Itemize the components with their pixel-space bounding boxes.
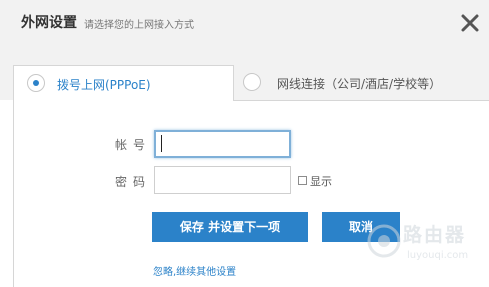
dialog-subtitle: 请选择您的上网接入方式 <box>84 20 194 31</box>
radio-pppoe[interactable] <box>27 74 45 92</box>
text-caret <box>161 135 162 152</box>
tab-pppoe-label: 拨号上网(PPPoE) <box>57 78 151 92</box>
tab-pppoe[interactable]: 拨号上网(PPPoE) <box>13 65 234 101</box>
password-label: 密码 <box>115 175 152 189</box>
tab-wired[interactable]: 网线连接（公司/酒店/学校等） <box>234 65 489 101</box>
dialog-header: 外网设置 请选择您的上网接入方式 <box>0 0 489 49</box>
save-next-button[interactable]: 保存 并设置下一项 <box>152 212 308 242</box>
tab-wired-label: 网线连接（公司/酒店/学校等） <box>277 77 442 91</box>
close-icon <box>461 14 479 32</box>
watermark-logo-icon <box>367 224 401 258</box>
account-input[interactable] <box>154 130 291 158</box>
show-password-label[interactable]: 显示 <box>310 173 332 189</box>
watermark: 路由器 luyouqi.com <box>365 220 485 270</box>
account-label: 帐号 <box>115 138 152 152</box>
show-password-checkbox[interactable] <box>298 176 307 185</box>
watermark-text: 路由器 <box>403 224 467 246</box>
close-button[interactable] <box>458 11 482 35</box>
radio-wired[interactable] <box>243 73 261 91</box>
skip-settings-link[interactable]: 忽略,继续其他设置 <box>153 263 236 278</box>
dialog-title: 外网设置 <box>21 15 77 31</box>
watermark-url: luyouqi.com <box>407 250 469 261</box>
password-input[interactable] <box>154 166 291 194</box>
